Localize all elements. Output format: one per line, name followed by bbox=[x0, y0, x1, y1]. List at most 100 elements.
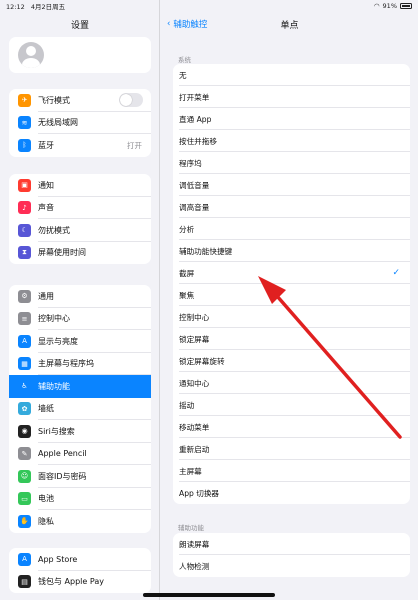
list-item-label: 截屏 bbox=[179, 268, 195, 278]
sidebar-item-label: 隐私 bbox=[38, 516, 54, 526]
profile-card[interactable] bbox=[9, 37, 151, 73]
list-item-label: 直通 App bbox=[179, 114, 212, 124]
wallet-icon: ▤ bbox=[18, 575, 31, 589]
sidebar-item-label: 通知 bbox=[38, 180, 54, 190]
sidebar-item[interactable]: ✿ 墙纸 bbox=[9, 398, 151, 421]
sidebar-item-label: 辅助功能 bbox=[38, 381, 70, 391]
system-action-list: 无打开菜单直通 App 按住并拖移程序坞调低音量调高音量分析辅助功能快捷键截屏 ✓ 聚… bbox=[173, 64, 410, 504]
sidebar-item[interactable]: A App Store bbox=[9, 548, 151, 571]
list-item[interactable]: 锁定屏幕 bbox=[173, 328, 410, 350]
list-item-label: 打开菜单 bbox=[179, 92, 210, 102]
list-item-label: 朗读屏幕 bbox=[179, 539, 210, 549]
sidebar-item[interactable]: ☺ 面容ID与密码 bbox=[9, 465, 151, 488]
sidebar-item[interactable]: ✋ 隐私 bbox=[9, 510, 151, 533]
sidebar-item[interactable]: ✈ 飞行模式 bbox=[9, 89, 151, 112]
control-center-icon: ≡ bbox=[18, 312, 31, 326]
sidebar-item-label: Siri与搜索 bbox=[38, 426, 75, 436]
wallpaper-icon: ✿ bbox=[18, 402, 31, 416]
list-item-label: 调低音量 bbox=[179, 180, 210, 190]
list-item-label: 重新启动 bbox=[179, 444, 210, 454]
sidebar-item[interactable]: ▣ 通知 bbox=[9, 174, 151, 197]
appstore-icon: A bbox=[18, 552, 31, 566]
list-item-label: 锁定屏幕旋转 bbox=[179, 356, 225, 366]
sidebar-item[interactable]: ♿ 辅助功能 bbox=[9, 375, 151, 398]
list-item-label: 程序坞 bbox=[179, 158, 202, 168]
list-item[interactable]: 程序坞 bbox=[173, 152, 410, 174]
list-item[interactable]: 辅助功能快捷键 bbox=[173, 240, 410, 262]
hand-icon: ✋ bbox=[18, 514, 31, 528]
section-header-system: 系统 bbox=[178, 56, 191, 64]
sidebar-item[interactable]: ≡ 控制中心 bbox=[9, 308, 151, 331]
list-item-label: 控制中心 bbox=[179, 312, 210, 322]
list-item[interactable]: 调高音量 bbox=[173, 196, 410, 218]
battery-percent: 91% bbox=[382, 2, 397, 10]
sidebar-item-label: Apple Pencil bbox=[38, 449, 87, 459]
avatar bbox=[18, 42, 44, 68]
sidebar-item[interactable]: ≋ 无线局域网 bbox=[9, 112, 151, 135]
settings-sidebar: 设置 ✈ 飞行模式 ≋ 无线局域网 ᛒ 蓝牙 打开 ▣ 通知 ♪ 声音 ☾ 勿扰模式 ⧗ 屏幕使用时间 ⚙ 通用… bbox=[0, 0, 160, 600]
faceid-icon: ☺ bbox=[18, 469, 31, 483]
sidebar-group: A App Store ▤ 钱包与 Apple Pay bbox=[9, 548, 151, 593]
checkmark-icon: ✓ bbox=[392, 268, 400, 278]
list-item[interactable]: 朗读屏幕 bbox=[173, 533, 410, 555]
list-item[interactable]: 按住并拖移 bbox=[173, 130, 410, 152]
sidebar-item[interactable]: ⧗ 屏幕使用时间 bbox=[9, 242, 151, 265]
list-item[interactable]: 无 bbox=[173, 64, 410, 86]
sidebar-item-label: 通用 bbox=[38, 291, 54, 301]
sidebar-item-label: 屏幕使用时间 bbox=[38, 248, 86, 258]
sidebar-item[interactable]: ☾ 勿扰模式 bbox=[9, 219, 151, 242]
list-item-label: 按住并拖移 bbox=[179, 136, 217, 146]
wifi-status-icon: ◠ bbox=[373, 2, 380, 10]
sidebar-item[interactable]: ♪ 声音 bbox=[9, 197, 151, 220]
list-item-label: 锁定屏幕 bbox=[179, 334, 210, 344]
sidebar-item-label: 飞行模式 bbox=[38, 95, 70, 105]
sidebar-item-label: 钱包与 Apple Pay bbox=[38, 577, 104, 587]
list-item[interactable]: 打开菜单 bbox=[173, 86, 410, 108]
list-item-label: 主屏幕 bbox=[179, 466, 202, 476]
home-indicator[interactable] bbox=[143, 593, 275, 597]
accessibility-icon: ♿ bbox=[18, 379, 31, 393]
airplane-icon: ✈ bbox=[18, 93, 31, 107]
list-item[interactable]: 分析 bbox=[173, 218, 410, 240]
sidebar-group: ▣ 通知 ♪ 声音 ☾ 勿扰模式 ⧗ 屏幕使用时间 bbox=[9, 174, 151, 264]
pencil-icon: ✎ bbox=[18, 447, 31, 461]
sidebar-item[interactable]: ⚙ 通用 bbox=[9, 285, 151, 308]
list-item[interactable]: 通知中心 bbox=[173, 372, 410, 394]
list-item-label: 摇动 bbox=[179, 400, 195, 410]
list-item[interactable]: 重新启动 bbox=[173, 438, 410, 460]
sidebar-item-label: 无线局域网 bbox=[38, 118, 78, 128]
list-item-label: 移动菜单 bbox=[179, 422, 210, 432]
list-item[interactable]: 主屏幕 bbox=[173, 460, 410, 482]
list-item-label: 调高音量 bbox=[179, 202, 210, 212]
bluetooth-icon: ᛒ bbox=[18, 138, 31, 152]
list-item[interactable]: 直通 App bbox=[173, 108, 410, 130]
list-item[interactable]: 聚焦 bbox=[173, 284, 410, 306]
sidebar-item[interactable]: ▭ 电池 bbox=[9, 488, 151, 511]
sidebar-item[interactable]: ▦ 主屏幕与程序坞 bbox=[9, 353, 151, 376]
moon-icon: ☾ bbox=[18, 223, 31, 237]
list-item[interactable]: 截屏 ✓ bbox=[173, 262, 410, 284]
sidebar-group: ✈ 飞行模式 ≋ 无线局域网 ᛒ 蓝牙 打开 bbox=[9, 89, 151, 157]
list-item[interactable]: 摇动 bbox=[173, 394, 410, 416]
list-item-label: 人物检测 bbox=[179, 561, 210, 571]
status-date: 4月2日周五 bbox=[30, 3, 66, 11]
list-item-label: 分析 bbox=[179, 224, 195, 234]
sidebar-title: 设置 bbox=[70, 21, 89, 31]
list-item[interactable]: 锁定屏幕旋转 bbox=[173, 350, 410, 372]
sidebar-item-label: 显示与亮度 bbox=[38, 336, 78, 346]
sidebar-item[interactable]: ◉ Siri与搜索 bbox=[9, 420, 151, 443]
sidebar-item[interactable]: ▤ 钱包与 Apple Pay bbox=[9, 571, 151, 594]
sidebar-item[interactable]: A 显示与亮度 bbox=[9, 330, 151, 353]
airplane-mode-toggle[interactable] bbox=[119, 93, 143, 108]
list-item[interactable]: 移动菜单 bbox=[173, 416, 410, 438]
sidebar-item[interactable]: ✎ Apple Pencil bbox=[9, 443, 151, 466]
nav-bar: ‹ 辅助触控 单点 bbox=[161, 16, 418, 32]
list-item[interactable]: 控制中心 bbox=[173, 306, 410, 328]
sidebar-item[interactable]: ᛒ 蓝牙 打开 bbox=[9, 134, 151, 157]
sidebar-item-label: 电池 bbox=[38, 494, 54, 504]
list-item[interactable]: 人物检测 bbox=[173, 555, 410, 577]
list-item[interactable]: App 切换器 bbox=[173, 482, 410, 504]
list-item[interactable]: 调低音量 bbox=[173, 174, 410, 196]
siri-icon: ◉ bbox=[18, 424, 31, 438]
battery-icon: ▭ bbox=[18, 492, 31, 506]
